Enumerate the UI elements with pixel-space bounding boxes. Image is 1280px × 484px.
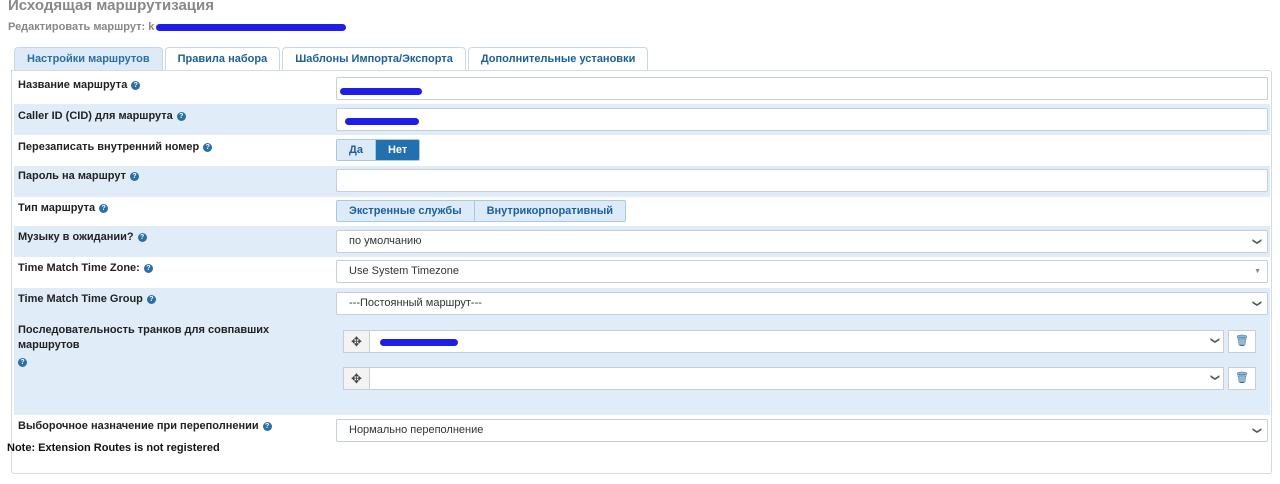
trunk-entry: ✥ ❯ 🗑 [343,330,1256,353]
row-time-zone: Time Match Time Zone:? Use System Timezo… [14,257,1270,288]
help-icon[interactable]: ? [99,203,109,213]
drag-handle-icon[interactable]: ✥ [343,367,370,390]
tab-route-settings[interactable]: Настройки маршрутов [14,47,163,70]
redacted-value [380,339,458,346]
row-overflow-destination: Выборочное назначение при переполнении? … [14,415,1270,445]
route-password-label: Пароль на маршрут? [18,170,140,182]
route-type-label: Тип маршрута? [18,202,109,214]
caller-id-input[interactable] [336,108,1268,131]
override-no-button[interactable]: Нет [375,140,420,160]
page-subtitle: Редактировать маршрут: k [8,21,347,33]
row-route-password: Пароль на маршрут? [14,166,1270,197]
trunk-select[interactable]: ❯ [370,367,1224,390]
help-icon[interactable]: ? [146,294,156,304]
override-extension-toggle: Да Нет [336,139,421,161]
trunk-sequence-label: Последовательность транков для совпавших… [18,324,270,367]
trash-icon[interactable]: 🗑 [1228,367,1256,390]
overflow-destination-select[interactable]: Нормально переполнение ❯ [336,419,1268,442]
route-type-toggle: Экстренные службы Внутрикорпоративный [336,200,627,222]
music-on-hold-label: Музыку в ожидании?? [18,231,147,243]
override-yes-button[interactable]: Да [337,140,376,160]
time-zone-select[interactable]: Use System Timezone ▼ [336,260,1268,283]
tab-dial-patterns[interactable]: Правила набора [164,47,281,70]
chevron-down-icon: ❯ [1210,336,1221,345]
registration-note: Note: Extension Routes is not registered [7,442,220,454]
row-caller-id: Caller ID (CID) для маршрута? [14,104,1270,135]
route-name-label: Название маршрута? [18,79,141,91]
redacted-value [340,88,422,95]
help-icon[interactable]: ? [203,142,213,152]
tab-bar: Настройки маршрутов Правила набора Шабло… [14,47,650,70]
override-extension-label: Перезаписать внутренний номер? [18,141,213,153]
help-icon[interactable]: ? [176,111,186,121]
drag-handle-icon[interactable]: ✥ [343,330,370,353]
trunk-entry: ✥ ❯ 🗑 [343,367,1256,390]
route-password-input[interactable] [336,169,1268,192]
redacted-route-name [156,23,347,31]
emergency-button[interactable]: Экстренные службы [337,201,475,221]
chevron-down-icon: ❯ [1252,237,1263,246]
trunk-select[interactable]: ❯ [370,330,1224,353]
tab-import-export[interactable]: Шаблоны Импорта/Экспорта [282,47,466,70]
chevron-down-icon: ❯ [1252,299,1263,308]
chevron-down-icon: ❯ [1252,426,1263,435]
subtitle-text: Редактировать маршрут: k [8,21,155,33]
help-icon[interactable]: ? [137,232,147,242]
help-icon[interactable]: ? [262,421,272,431]
page-title: Исходящая маршрутизация [8,0,214,14]
row-time-group: Time Match Time Group? ---Постоянный мар… [14,288,1270,320]
trash-icon[interactable]: 🗑 [1228,330,1256,353]
overflow-destination-label: Выборочное назначение при переполнении? [18,420,272,432]
row-trunk-sequence: Последовательность транков для совпавших… [14,320,1270,415]
intra-company-button[interactable]: Внутрикорпоративный [474,201,626,221]
row-override-extension: Перезаписать внутренний номер? Да Нет [14,135,1270,166]
row-music-on-hold: Музыку в ожидании?? по умолчанию ❯ [14,226,1270,257]
tab-additional-settings[interactable]: Дополнительные установки [467,47,649,70]
redacted-value [345,118,419,125]
row-route-type: Тип маршрута? Экстренные службы Внутрико… [14,197,1270,226]
time-group-select[interactable]: ---Постоянный маршрут--- ❯ [336,292,1268,315]
time-group-label: Time Match Time Group? [18,293,156,305]
row-route-name: Название маршрута? [14,73,1270,104]
music-on-hold-select[interactable]: по умолчанию ❯ [336,230,1268,253]
help-icon[interactable]: ? [143,263,153,273]
caller-id-label: Caller ID (CID) для маршрута? [18,110,186,122]
route-name-input[interactable] [336,77,1268,100]
help-icon[interactable]: ? [131,80,141,90]
time-zone-label: Time Match Time Zone:? [18,262,153,274]
help-icon[interactable]: ? [130,171,140,181]
chevron-down-icon: ▼ [1254,268,1261,275]
chevron-down-icon: ❯ [1210,373,1221,382]
help-icon[interactable]: ? [18,357,27,367]
